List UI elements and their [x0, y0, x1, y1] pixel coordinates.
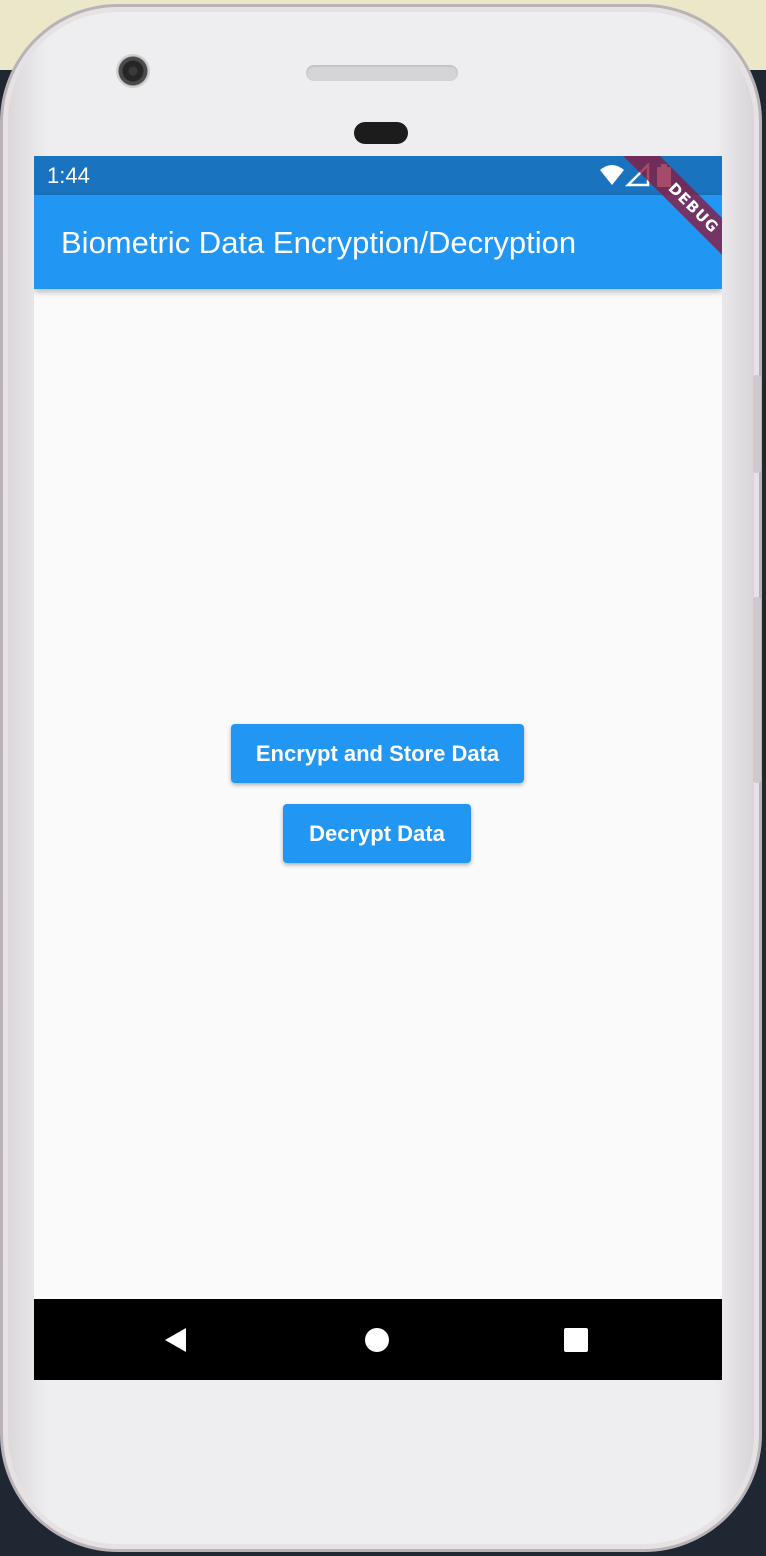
wifi-icon: [600, 165, 624, 185]
back-icon: [165, 1327, 186, 1352]
app-bar: Biometric Data Encryption/Decryption: [34, 195, 722, 289]
status-bar: 1:44: [34, 156, 722, 195]
proximity-sensor: [354, 122, 408, 144]
device-screen: 1:44 Biometric Data Encryption/Decryptio…: [34, 156, 722, 1380]
app-title: Biometric Data Encryption/Decryption: [61, 225, 577, 260]
recents-icon: [564, 1327, 588, 1352]
decrypt-button[interactable]: Decrypt Data: [283, 804, 471, 863]
back-button[interactable]: [131, 1299, 221, 1380]
status-time: 1:44: [47, 163, 90, 188]
recents-button[interactable]: [531, 1299, 621, 1380]
power-button: [753, 597, 761, 783]
home-button[interactable]: [332, 1299, 422, 1380]
volume-button: [753, 375, 761, 473]
encrypt-store-button[interactable]: Encrypt and Store Data: [231, 724, 524, 783]
earpiece-speaker: [306, 65, 458, 81]
front-camera: [116, 54, 150, 88]
navigation-bar: [34, 1299, 722, 1380]
home-icon: [365, 1327, 389, 1352]
main-content: Encrypt and Store Data Decrypt Data: [34, 289, 722, 1299]
